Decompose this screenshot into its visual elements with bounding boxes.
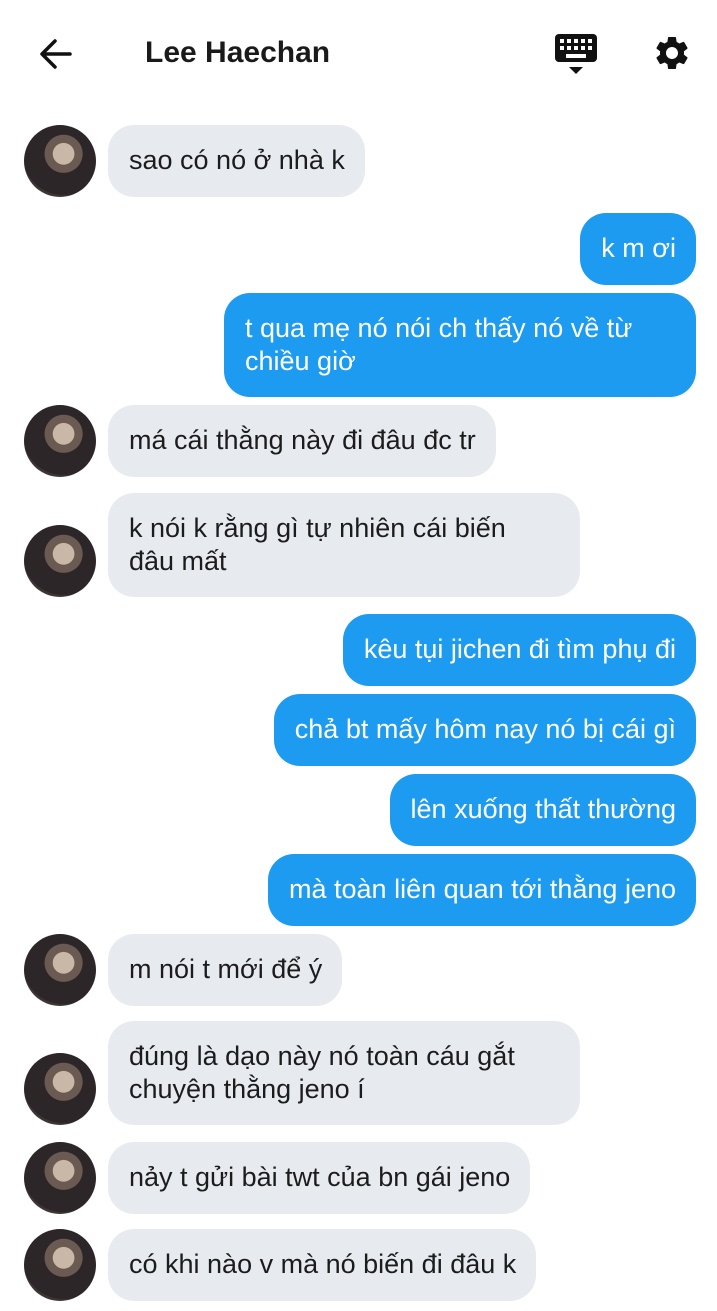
outgoing-message-bubble[interactable]: k m ơi <box>580 213 696 285</box>
avatar[interactable] <box>24 934 96 1006</box>
keyboard-icon[interactable] <box>554 32 598 78</box>
incoming-message-bubble[interactable]: có khi nào v mà nó biến đi đâu k <box>108 1229 537 1301</box>
page-title: Lee Haechan <box>145 36 331 69</box>
outgoing-message-bubble[interactable]: lên xuống thất thường <box>389 774 696 846</box>
incoming-message-bubble[interactable]: đúng là dạo này nó toàn cáu gắt chuyện t… <box>108 1021 580 1125</box>
avatar[interactable] <box>24 1142 96 1214</box>
chat-header: Lee Haechan <box>0 0 717 105</box>
outgoing-message-bubble[interactable]: t qua mẹ nó nói ch thấy nó về từ chiều g… <box>224 293 696 397</box>
arrow-left-icon[interactable] <box>36 34 76 74</box>
gear-icon[interactable] <box>652 33 692 73</box>
incoming-message-bubble[interactable]: nảy t gửi bài twt của bn gái jeno <box>108 1142 531 1214</box>
avatar[interactable] <box>24 125 96 197</box>
outgoing-message-bubble[interactable]: kêu tụi jichen đi tìm phụ đi <box>342 614 696 686</box>
incoming-message-bubble[interactable]: sao có nó ở nhà k <box>108 125 365 197</box>
avatar[interactable] <box>24 525 96 597</box>
incoming-message-bubble[interactable]: má cái thằng này đi đâu đc tr <box>108 405 496 477</box>
outgoing-message-bubble[interactable]: mà toàn liên quan tới thằng jeno <box>268 854 696 926</box>
incoming-message-bubble[interactable]: k nói k rằng gì tự nhiên cái biến đâu mấ… <box>108 493 580 597</box>
incoming-message-bubble[interactable]: m nói t mới để ý <box>108 934 343 1006</box>
avatar[interactable] <box>24 1053 96 1125</box>
outgoing-message-bubble[interactable]: chả bt mấy hôm nay nó bị cái gì <box>273 694 696 766</box>
avatar[interactable] <box>24 1229 96 1301</box>
avatar[interactable] <box>24 405 96 477</box>
